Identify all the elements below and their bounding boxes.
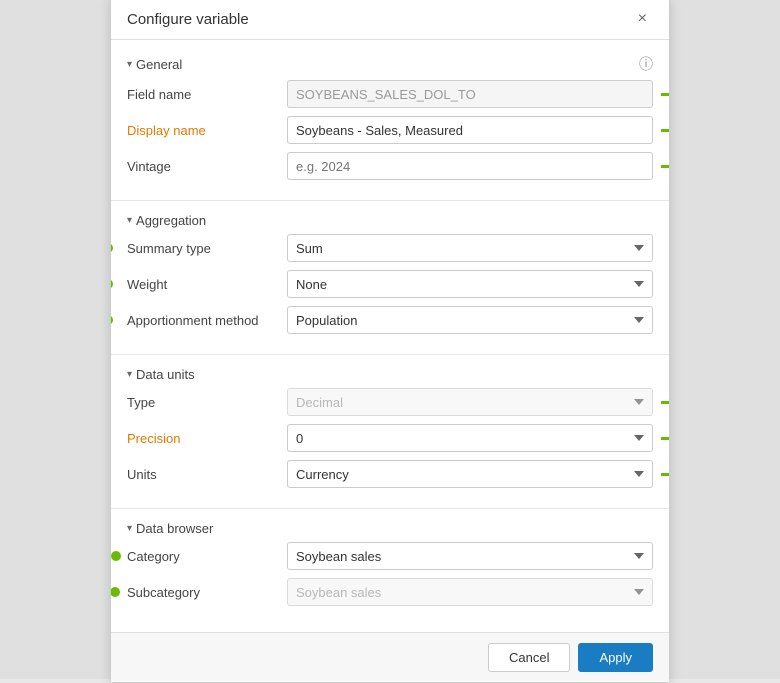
left-annotation-4: 4 (111, 240, 113, 256)
units-select[interactable]: Currency None Percent (287, 460, 653, 488)
data-units-section-label: Data units (136, 367, 195, 382)
divider-2 (111, 354, 669, 355)
precision-label: Precision (127, 431, 287, 446)
green-line-7 (661, 401, 669, 404)
data-browser-section: ▾ Data browser 10 Category Soybean sales (111, 517, 669, 622)
left-annotation-10: 10 (111, 548, 121, 564)
configure-variable-dialog: Configure variable × ▾ General ⓘ Field n… (110, 0, 670, 683)
apportionment-row: 6 Apportionment method Population Area N… (127, 306, 653, 334)
weight-row: 5 Weight None Population Area (127, 270, 653, 298)
green-line-9 (661, 473, 669, 476)
category-select[interactable]: Soybean sales (287, 542, 653, 570)
dot-4 (111, 243, 113, 253)
field-name-label: Field name (127, 87, 287, 102)
close-button[interactable]: × (632, 9, 653, 29)
precision-select[interactable]: 0 1 2 3 (287, 424, 653, 452)
general-section-header[interactable]: ▾ General ⓘ (127, 54, 653, 74)
units-label: Units (127, 467, 287, 482)
summary-type-label: Summary type (127, 241, 287, 256)
green-line-1 (661, 93, 669, 96)
divider-1 (111, 200, 669, 201)
overlay: Configure variable × ▾ General ⓘ Field n… (0, 0, 780, 679)
apply-button[interactable]: Apply (578, 643, 653, 672)
summary-type-select[interactable]: Sum Mean Min Max (287, 234, 653, 262)
annotation-7: 7 (661, 394, 669, 410)
dialog-title: Configure variable (127, 11, 249, 28)
annotation-3: 3 (661, 158, 669, 174)
apportionment-select[interactable]: Population Area None (287, 306, 653, 334)
general-chevron-icon: ▾ (127, 59, 132, 70)
general-section-label: General (136, 57, 182, 72)
left-annotation-11: 11 (111, 584, 120, 600)
category-row: 10 Category Soybean sales (127, 542, 653, 570)
vintage-row: Vintage 3 (127, 152, 653, 180)
general-section: ▾ General ⓘ Field name 1 Display name (111, 50, 669, 196)
display-name-label: Display name (127, 123, 287, 138)
subcategory-label: Subcategory (127, 585, 287, 600)
precision-row: Precision 0 1 2 3 8 (127, 424, 653, 452)
annotation-1: 1 (661, 86, 669, 102)
dot-11 (111, 587, 120, 597)
dialog-body: ▾ General ⓘ Field name 1 Display name (111, 40, 669, 632)
vintage-label: Vintage (127, 159, 287, 174)
data-units-section-header[interactable]: ▾ Data units (127, 367, 653, 382)
type-select[interactable]: Decimal Integer String (287, 388, 653, 416)
green-line-3 (661, 165, 669, 168)
aggregation-section-label: Aggregation (136, 213, 206, 228)
data-browser-section-label: Data browser (136, 521, 213, 536)
field-name-input[interactable] (287, 80, 653, 108)
dot-10 (111, 551, 121, 561)
dialog-header: Configure variable × (111, 0, 669, 40)
aggregation-section: ▾ Aggregation 4 Summary type Sum Mean Mi… (111, 209, 669, 350)
dot-6 (111, 315, 113, 325)
annotation-2: 2 (661, 122, 669, 138)
annotation-9: 9 (661, 466, 669, 482)
units-row: Units Currency None Percent 9 (127, 460, 653, 488)
green-line-2 (661, 129, 669, 132)
weight-label: Weight (127, 277, 287, 292)
info-icon[interactable]: ⓘ (639, 54, 653, 74)
cancel-button[interactable]: Cancel (488, 643, 570, 672)
data-browser-chevron-icon: ▾ (127, 523, 132, 534)
subcategory-select[interactable]: Soybean sales (287, 578, 653, 606)
green-line-8 (661, 437, 669, 440)
dot-5 (111, 279, 113, 289)
display-name-row: Display name 2 (127, 116, 653, 144)
aggregation-section-header[interactable]: ▾ Aggregation (127, 213, 653, 228)
type-row: Type Decimal Integer String 7 (127, 388, 653, 416)
type-label: Type (127, 395, 287, 410)
divider-3 (111, 508, 669, 509)
subcategory-row: 11 Subcategory Soybean sales (127, 578, 653, 606)
annotation-8: 8 (661, 430, 669, 446)
left-annotation-6: 6 (111, 312, 113, 328)
summary-type-row: 4 Summary type Sum Mean Min Max (127, 234, 653, 262)
apportionment-label: Apportionment method (127, 313, 287, 328)
vintage-input[interactable] (287, 152, 653, 180)
dialog-footer: Cancel Apply (111, 632, 669, 682)
field-name-row: Field name 1 (127, 80, 653, 108)
display-name-input[interactable] (287, 116, 653, 144)
data-units-section: ▾ Data units Type Decimal Integer String… (111, 363, 669, 504)
weight-select[interactable]: None Population Area (287, 270, 653, 298)
data-browser-section-header[interactable]: ▾ Data browser (127, 521, 653, 536)
category-label: Category (127, 549, 287, 564)
left-annotation-5: 5 (111, 276, 113, 292)
aggregation-chevron-icon: ▾ (127, 215, 132, 226)
data-units-chevron-icon: ▾ (127, 369, 132, 380)
